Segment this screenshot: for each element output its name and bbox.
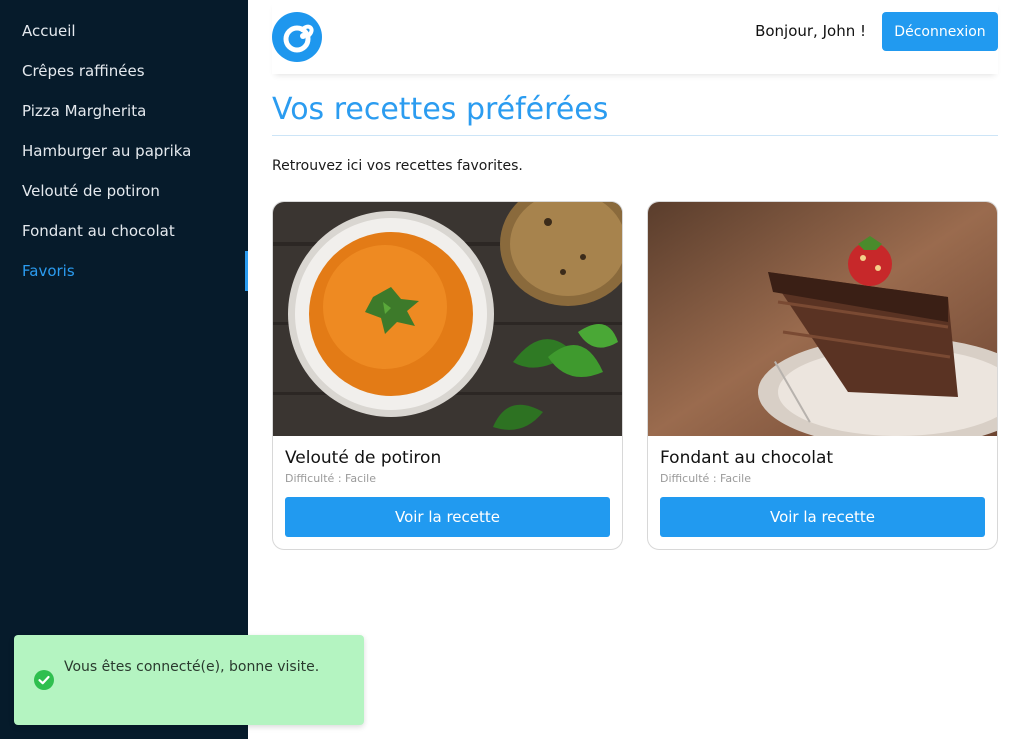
- sidebar-menu: Accueil Crêpes raffinées Pizza Margherit…: [0, 0, 248, 291]
- recipe-difficulty: Difficulté : Facile: [285, 472, 377, 485]
- sidebar-item-pizza[interactable]: Pizza Margherita: [0, 91, 248, 131]
- sidebar-item-veloute[interactable]: Velouté de potiron: [0, 171, 248, 211]
- main-content: Bonjour, John ! Déconnexion Vos recettes…: [248, 0, 1022, 739]
- check-circle-icon: [34, 670, 54, 690]
- brand-logo-icon[interactable]: [272, 12, 322, 62]
- user-greeting: Bonjour, John !: [755, 22, 866, 40]
- page-title: Vos recettes préférées: [272, 92, 998, 136]
- toast-message: Vous êtes connecté(e), bonne visite.: [64, 659, 320, 675]
- sidebar-item-favoris[interactable]: Favoris: [0, 251, 248, 291]
- view-recipe-button[interactable]: Voir la recette: [285, 497, 610, 537]
- logout-button[interactable]: Déconnexion: [882, 12, 998, 51]
- recipe-title: Velouté de potiron: [285, 448, 442, 468]
- pumpkin-soup-photo: [273, 202, 622, 436]
- sidebar-item-fondant[interactable]: Fondant au chocolat: [0, 211, 248, 251]
- recipe-difficulty: Difficulté : Facile: [660, 472, 752, 485]
- recipe-title: Fondant au chocolat: [660, 448, 834, 468]
- view-recipe-button[interactable]: Voir la recette: [660, 497, 985, 537]
- sidebar-item-hamburger[interactable]: Hamburger au paprika: [0, 131, 248, 171]
- top-header: Bonjour, John ! Déconnexion: [272, 0, 998, 74]
- recipe-card: Velouté de potiron Difficulté : Facile V…: [272, 201, 623, 550]
- sidebar-item-accueil[interactable]: Accueil: [0, 11, 248, 51]
- chocolate-cake-photo: [648, 202, 997, 436]
- success-toast[interactable]: Vous êtes connecté(e), bonne visite.: [14, 635, 364, 725]
- sidebar-item-crepes[interactable]: Crêpes raffinées: [0, 51, 248, 91]
- sidebar: Accueil Crêpes raffinées Pizza Margherit…: [0, 0, 248, 739]
- recipe-card: Fondant au chocolat Difficulté : Facile …: [647, 201, 998, 550]
- page-subtitle: Retrouvez ici vos recettes favorites.: [272, 158, 523, 174]
